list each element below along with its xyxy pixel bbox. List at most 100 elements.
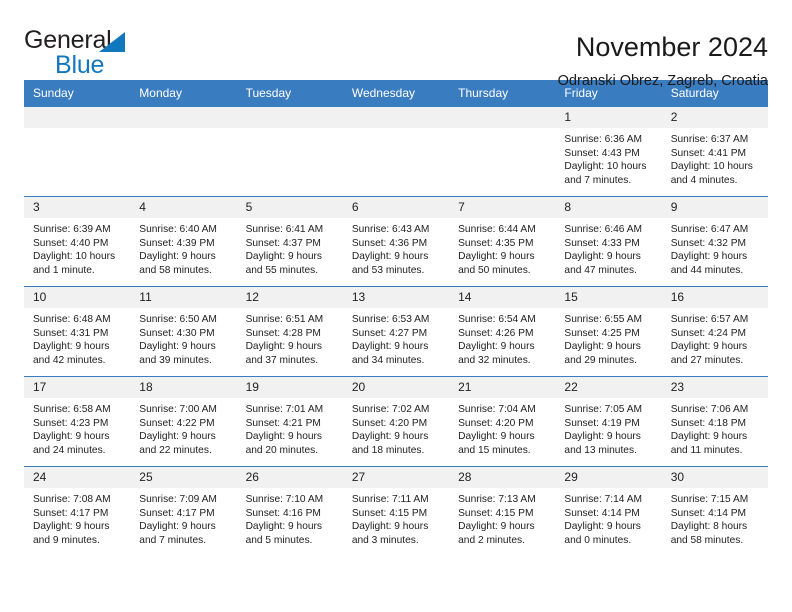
sunset-time: Sunset: 4:24 PM xyxy=(670,327,747,339)
calendar-day-cell[interactable]: 5 Sunrise: 6:41 AM Sunset: 4:37 PM Daylight… xyxy=(236,196,343,287)
day-number: 13 xyxy=(342,287,450,308)
calendar-day-cell[interactable]: 26 Sunrise: 7:10 AM Sunset: 4:16 PM Dayligh… xyxy=(236,466,343,557)
daylight-duration-line1: Daylight: 9 hours xyxy=(139,521,216,533)
sun-info: Sunrise: 6:55 AM Sunset: 4:25 PM Daylight:… xyxy=(555,308,661,367)
day-number: 19 xyxy=(236,377,343,398)
sunset-time: Sunset: 4:33 PM xyxy=(564,237,640,249)
sunset-time: Sunset: 4:32 PM xyxy=(670,237,747,249)
calendar-day-cell[interactable]: 14 Sunrise: 6:54 AM Sunset: 4:26 PM Dayligh… xyxy=(449,286,556,377)
calendar-day-cell[interactable]: 21 Sunrise: 7:04 AM Sunset: 4:20 PM Dayligh… xyxy=(449,376,556,467)
calendar-week-row: 3 Sunrise: 6:39 AM Sunset: 4:40 PM Daylight… xyxy=(24,196,768,287)
sunrise-time: Sunrise: 6:55 AM xyxy=(564,314,642,325)
daylight-duration-line1: Daylight: 9 hours xyxy=(564,341,641,353)
calendar-day-cell[interactable]: 16 Sunrise: 6:57 AM Sunset: 4:24 PM Dayligh… xyxy=(661,286,768,377)
calendar-day-cell[interactable]: 1 Sunrise: 6:36 AM Sunset: 4:43 PM Daylight… xyxy=(555,106,662,197)
title-block: November 2024 Odranski Obrez, Zagreb, Cr… xyxy=(558,28,768,92)
calendar-day-cell[interactable]: 8 Sunrise: 6:46 AM Sunset: 4:33 PM Daylight… xyxy=(555,196,662,287)
day-number: 10 xyxy=(24,287,131,308)
calendar-day-cell[interactable]: 3 Sunrise: 6:39 AM Sunset: 4:40 PM Daylight… xyxy=(24,196,131,287)
general-blue-logo[interactable]: General Blue xyxy=(24,28,139,78)
calendar-day-cell-empty xyxy=(342,106,450,197)
calendar-day-cell[interactable]: 29 Sunrise: 7:14 AM Sunset: 4:14 PM Dayligh… xyxy=(555,466,662,557)
day-number: 3 xyxy=(24,197,131,218)
day-number: 8 xyxy=(555,197,662,218)
calendar-day-cell[interactable]: 7 Sunrise: 6:44 AM Sunset: 4:35 PM Daylight… xyxy=(449,196,556,287)
calendar-day-cell[interactable]: 23 Sunrise: 7:06 AM Sunset: 4:18 PM Dayligh… xyxy=(661,376,768,467)
logo-text-blue: Blue xyxy=(55,51,105,79)
sunrise-time: Sunrise: 6:47 AM xyxy=(670,224,749,235)
sunset-time: Sunset: 4:31 PM xyxy=(33,327,109,339)
sunrise-time: Sunrise: 7:05 AM xyxy=(564,404,642,415)
calendar-day-cell[interactable]: 28 Sunrise: 7:13 AM Sunset: 4:15 PM Dayligh… xyxy=(449,466,556,557)
daylight-duration-line2: and 32 minutes. xyxy=(458,354,531,366)
day-number: 29 xyxy=(555,467,662,488)
daylight-duration-line1: Daylight: 9 hours xyxy=(564,251,641,263)
calendar-day-cell[interactable]: 15 Sunrise: 6:55 AM Sunset: 4:25 PM Dayligh… xyxy=(555,286,662,377)
sun-info: Sunrise: 7:14 AM Sunset: 4:14 PM Daylight:… xyxy=(555,488,661,547)
daylight-duration-line1: Daylight: 9 hours xyxy=(33,521,110,533)
calendar-day-cell-empty xyxy=(236,106,343,197)
sun-info: Sunrise: 7:00 AM Sunset: 4:22 PM Daylight:… xyxy=(130,398,236,457)
sun-info: Sunrise: 6:39 AM Sunset: 4:40 PM Daylight:… xyxy=(24,218,130,277)
sun-info: Sunrise: 6:48 AM Sunset: 4:31 PM Daylight:… xyxy=(24,308,130,367)
sunrise-time: Sunrise: 6:46 AM xyxy=(564,224,642,235)
sunrise-time: Sunrise: 7:02 AM xyxy=(351,404,430,415)
day-number: 21 xyxy=(449,377,556,398)
day-number: 14 xyxy=(449,287,556,308)
sun-info: Sunrise: 7:08 AM Sunset: 4:17 PM Daylight:… xyxy=(24,488,130,547)
calendar-day-cell[interactable]: 13 Sunrise: 6:53 AM Sunset: 4:27 PM Dayligh… xyxy=(342,286,450,377)
calendar-day-cell[interactable]: 18 Sunrise: 7:00 AM Sunset: 4:22 PM Dayligh… xyxy=(130,376,237,467)
sunrise-time: Sunrise: 6:44 AM xyxy=(458,224,536,235)
daylight-duration-line1: Daylight: 9 hours xyxy=(139,341,216,353)
daylight-duration-line2: and 1 minute. xyxy=(33,264,95,276)
calendar-day-cell[interactable]: 17 Sunrise: 6:58 AM Sunset: 4:23 PM Dayligh… xyxy=(24,376,131,467)
daylight-duration-line1: Daylight: 8 hours xyxy=(670,521,748,533)
daylight-duration-line2: and 37 minutes. xyxy=(245,354,319,366)
calendar-day-cell[interactable]: 22 Sunrise: 7:05 AM Sunset: 4:19 PM Dayligh… xyxy=(555,376,662,467)
daylight-duration-line2: and 34 minutes. xyxy=(351,354,425,366)
calendar-day-cell[interactable]: 6 Sunrise: 6:43 AM Sunset: 4:36 PM Daylight… xyxy=(342,196,450,287)
calendar-day-cell[interactable]: 12 Sunrise: 6:51 AM Sunset: 4:28 PM Dayligh… xyxy=(236,286,343,377)
sun-info: Sunrise: 6:41 AM Sunset: 4:37 PM Daylight:… xyxy=(237,218,343,277)
daylight-duration-line1: Daylight: 9 hours xyxy=(139,431,216,443)
daylight-duration-line2: and 29 minutes. xyxy=(564,354,637,366)
sun-info: Sunrise: 7:15 AM Sunset: 4:14 PM Daylight:… xyxy=(662,488,768,547)
calendar-day-cell[interactable]: 10 Sunrise: 6:48 AM Sunset: 4:31 PM Dayligh… xyxy=(24,286,131,377)
sun-info: Sunrise: 6:40 AM Sunset: 4:39 PM Daylight:… xyxy=(130,218,236,277)
daylight-duration-line1: Daylight: 9 hours xyxy=(245,431,323,443)
daylight-duration-line2: and 53 minutes. xyxy=(351,264,425,276)
sun-info: Sunrise: 6:36 AM Sunset: 4:43 PM Daylight:… xyxy=(555,128,661,187)
sunrise-time: Sunrise: 7:11 AM xyxy=(351,494,429,505)
sunrise-time: Sunrise: 6:36 AM xyxy=(564,134,642,145)
daylight-duration-line2: and 13 minutes. xyxy=(564,444,637,456)
calendar-day-cell[interactable]: 11 Sunrise: 6:50 AM Sunset: 4:30 PM Dayligh… xyxy=(130,286,237,377)
daylight-duration-line2: and 50 minutes. xyxy=(458,264,531,276)
sunrise-time: Sunrise: 6:57 AM xyxy=(670,314,749,325)
calendar-day-cell[interactable]: 19 Sunrise: 7:01 AM Sunset: 4:21 PM Dayligh… xyxy=(236,376,343,467)
daylight-duration-line2: and 44 minutes. xyxy=(670,264,744,276)
daylight-duration-line1: Daylight: 9 hours xyxy=(33,341,110,353)
calendar-day-cell[interactable]: 4 Sunrise: 6:40 AM Sunset: 4:39 PM Daylight… xyxy=(130,196,237,287)
calendar-day-cell[interactable]: 2 Sunrise: 6:37 AM Sunset: 4:41 PM Daylight… xyxy=(661,106,768,197)
day-number: 18 xyxy=(130,377,237,398)
weekday-header-tuesday: Tuesday xyxy=(236,80,343,107)
sunrise-time: Sunrise: 7:13 AM xyxy=(458,494,536,505)
sunrise-time: Sunrise: 7:01 AM xyxy=(245,404,324,415)
calendar-day-cell[interactable]: 27 Sunrise: 7:11 AM Sunset: 4:15 PM Dayligh… xyxy=(342,466,450,557)
calendar-day-cell[interactable]: 24 Sunrise: 7:08 AM Sunset: 4:17 PM Dayligh… xyxy=(24,466,131,557)
calendar-day-cell[interactable]: 30 Sunrise: 7:15 AM Sunset: 4:14 PM Dayligh… xyxy=(661,466,768,557)
calendar-day-cell[interactable]: 25 Sunrise: 7:09 AM Sunset: 4:17 PM Dayligh… xyxy=(130,466,237,557)
day-number: 15 xyxy=(555,287,662,308)
weekday-header-monday: Monday xyxy=(130,80,237,107)
daylight-duration-line1: Daylight: 9 hours xyxy=(670,251,748,263)
calendar-day-cell[interactable]: 9 Sunrise: 6:47 AM Sunset: 4:32 PM Daylight… xyxy=(661,196,768,287)
day-number: 12 xyxy=(236,287,343,308)
sunrise-time: Sunrise: 6:54 AM xyxy=(458,314,536,325)
daylight-duration-line1: Daylight: 9 hours xyxy=(245,521,323,533)
calendar-day-cell[interactable]: 20 Sunrise: 7:02 AM Sunset: 4:20 PM Dayligh… xyxy=(342,376,450,467)
daylight-duration-line2: and 7 minutes. xyxy=(564,174,632,186)
daylight-duration-line1: Daylight: 9 hours xyxy=(670,431,748,443)
daylight-duration-line1: Daylight: 9 hours xyxy=(245,341,323,353)
daylight-duration-line2: and 22 minutes. xyxy=(139,444,212,456)
day-number: 22 xyxy=(555,377,662,398)
